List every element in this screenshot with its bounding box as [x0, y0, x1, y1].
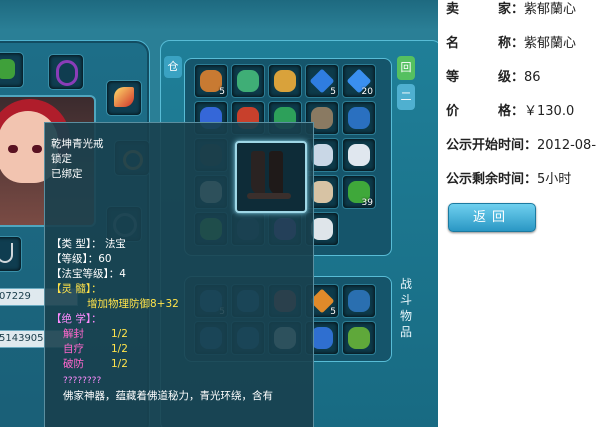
item-count: 5 — [330, 307, 336, 317]
remaining-time-row: 公示剩余时间：5小时 — [446, 170, 571, 190]
inventory-slot[interactable]: 5 — [305, 64, 339, 98]
skill-name-1: 解封 — [63, 328, 84, 340]
seller-value: 紫郁蘭心 — [524, 2, 577, 17]
equip-slot[interactable] — [0, 52, 24, 88]
tab-page-2[interactable]: 二 — [397, 84, 415, 110]
equip-slot-talisman[interactable] — [106, 80, 142, 116]
boots-icon — [251, 151, 265, 195]
green-item-icon — [0, 59, 15, 79]
level-label: 等 级： — [446, 70, 525, 85]
level-row: 等 级：86 — [446, 68, 541, 88]
combat-item-slot[interactable] — [342, 321, 376, 355]
blue-vase-icon — [348, 290, 370, 312]
back-button[interactable]: 返回 — [448, 203, 536, 232]
item-image — [235, 141, 307, 213]
inventory-slot[interactable]: 39 — [342, 175, 376, 209]
remaining-time-value: 5小时 — [537, 172, 572, 187]
price-label: 价 格： — [446, 104, 525, 119]
item-level-line: 【法宝等级】：4 — [51, 268, 126, 280]
inventory-slot[interactable] — [268, 64, 302, 98]
potion-bottle-icon — [311, 181, 333, 203]
spirit-value: 增加物理防御8+32 — [87, 298, 179, 310]
inventory-slot[interactable]: 5 — [194, 64, 228, 98]
spirit-label: 【灵 髓】： — [51, 283, 102, 295]
remaining-time-label: 公示剩余时间： — [446, 172, 538, 187]
start-time-row: 公示开始时间：2012-08- — [446, 136, 596, 156]
item-description: 佛家神器，蕴藏着佛道秘力，青光环绕，含有 — [63, 390, 273, 402]
unknown-line: ???????? — [63, 376, 102, 386]
skill-value-2: 1/2 — [111, 343, 128, 355]
type-label: 【类 型】： — [51, 238, 102, 250]
item-status-locked: 锁定 — [51, 153, 72, 165]
skill-label: 【绝 学】： — [51, 313, 102, 325]
item-count: 5 — [330, 87, 336, 97]
necklace-icon — [56, 60, 78, 86]
game-top-bar — [0, 0, 438, 30]
equip-slot-necklace[interactable] — [48, 54, 84, 90]
inventory-slot[interactable]: 20 — [342, 64, 376, 98]
item-name: 乾坤青光戒 — [51, 138, 104, 150]
skill-name-2: 自疗 — [63, 343, 84, 355]
potion-bottle-icon — [311, 144, 333, 166]
book-icon — [311, 107, 333, 129]
name-row: 名 称：紫郁蘭心 — [446, 34, 576, 54]
type-line: 【类 型】： 法宝 — [51, 237, 126, 252]
combat-item-slot[interactable] — [342, 284, 376, 318]
level-value: 86 — [524, 70, 541, 85]
green-pod-icon — [348, 327, 370, 349]
start-time-value: 2012-08- — [537, 138, 597, 153]
item-tooltip: 乾坤青光戒 锁定 已绑定 【类 型】： 法宝 【等级】：60 【法宝等级】：4 … — [44, 122, 314, 427]
scroll-icon — [237, 70, 259, 92]
listing-info-panel: 卖 家：紫郁蘭心 名 称：紫郁蘭心 等 级：86 价 格：￥130.0 公示开始… — [438, 0, 600, 427]
skill-value-1: 1/2 — [111, 328, 128, 340]
equip-slot-bottom[interactable] — [0, 236, 22, 272]
hook-icon — [0, 243, 13, 263]
seller-label: 卖 家： — [446, 2, 525, 17]
item-count: 39 — [361, 198, 373, 208]
seller-row: 卖 家：紫郁蘭心 — [446, 0, 576, 20]
potion-bottle-icon — [311, 218, 333, 240]
price-row: 价 格：￥130.0 — [446, 102, 574, 122]
potion-bottle-icon — [348, 144, 370, 166]
tab-page-1[interactable]: 回 — [397, 56, 415, 80]
type-value: 法宝 — [104, 238, 126, 250]
skill-name-3: 破防 — [63, 358, 84, 370]
blue-flower-icon — [311, 327, 333, 349]
right-eye — [32, 145, 42, 153]
boots-icon-right — [269, 151, 283, 195]
item-status-bound: 已绑定 — [51, 168, 83, 180]
name-label: 名 称： — [446, 36, 525, 51]
item-count: 20 — [361, 87, 373, 97]
left-eye — [8, 145, 18, 153]
price-value: ￥130.0 — [524, 104, 575, 119]
game-window: 07229 5143905 仓 回 二 战斗物品 55203955 乾坤青光戒 … — [0, 0, 438, 427]
blue-flower-icon — [348, 107, 370, 129]
inventory-slot[interactable] — [342, 138, 376, 172]
name-value: 紫郁蘭心 — [524, 36, 577, 51]
pouch-icon — [274, 70, 296, 92]
inventory-slot[interactable] — [231, 64, 265, 98]
item-count: 5 — [219, 87, 225, 97]
boots-sole — [247, 193, 291, 199]
combat-items-label: 战斗物品 — [399, 277, 412, 339]
tab-warehouse[interactable]: 仓 — [164, 56, 182, 78]
fire-talisman-icon — [114, 87, 134, 107]
skill-value-3: 1/2 — [111, 358, 128, 370]
level-line: 【等级】：60 — [51, 253, 112, 265]
start-time-label: 公示开始时间： — [446, 138, 538, 153]
inventory-slot[interactable] — [342, 101, 376, 135]
